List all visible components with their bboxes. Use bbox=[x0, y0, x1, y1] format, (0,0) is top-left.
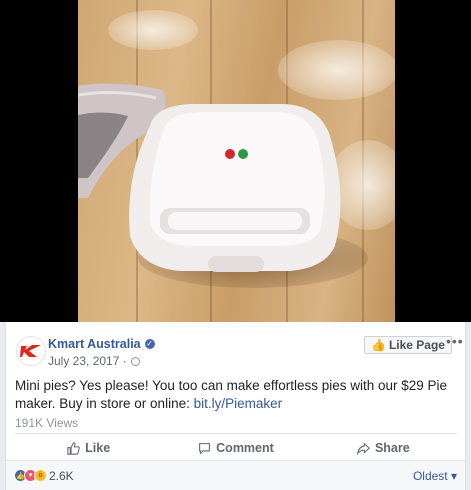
thumbs-up-icon: 👍 bbox=[371, 338, 386, 352]
divider bbox=[15, 433, 457, 434]
post-card: Kmart Australia ✓ July 23, 2017 · 👍 Like… bbox=[5, 322, 466, 490]
wow-icon: o bbox=[34, 469, 47, 482]
more-options-icon[interactable]: ••• bbox=[446, 333, 464, 349]
action-bar: Like Comment Share bbox=[15, 437, 457, 459]
share-icon bbox=[357, 441, 370, 455]
pie-maker-image bbox=[129, 104, 341, 272]
share-label: Share bbox=[374, 441, 410, 455]
view-count: 191K Views bbox=[15, 416, 79, 430]
comment-label: Comment bbox=[216, 441, 274, 455]
comment-icon bbox=[199, 442, 211, 455]
like-page-label: Like Page bbox=[388, 338, 445, 352]
avatar[interactable] bbox=[16, 336, 46, 366]
video-frame bbox=[78, 0, 395, 322]
sort-label: Oldest bbox=[412, 469, 448, 483]
chevron-down-icon: ▾ bbox=[450, 469, 457, 483]
like-button[interactable]: Like bbox=[15, 437, 162, 459]
kmart-logo-icon bbox=[20, 345, 41, 357]
post-text: Mini pies? Yes please! You too can make … bbox=[15, 377, 455, 413]
reactions-bar: 👍 ♥ o 2.6K Oldest ▾ bbox=[6, 460, 465, 490]
comment-button[interactable]: Comment bbox=[162, 437, 309, 459]
post-date[interactable]: July 23, 2017 · bbox=[48, 354, 127, 368]
verified-badge-icon: ✓ bbox=[144, 339, 155, 349]
reaction-icons[interactable]: 👍 ♥ o bbox=[14, 469, 47, 482]
reaction-count[interactable]: 2.6K bbox=[49, 469, 74, 483]
sort-dropdown[interactable]: Oldest ▾ bbox=[413, 469, 457, 483]
globe-icon bbox=[130, 356, 140, 366]
like-label: Like bbox=[85, 441, 111, 455]
thumbs-up-icon bbox=[67, 441, 80, 455]
page-name-link[interactable]: Kmart Australia bbox=[48, 337, 141, 351]
like-page-button[interactable]: 👍 Like Page bbox=[364, 336, 452, 354]
share-button[interactable]: Share bbox=[310, 437, 457, 459]
video-player[interactable] bbox=[0, 0, 471, 322]
post-link[interactable]: bit.ly/Piemaker bbox=[194, 396, 283, 411]
